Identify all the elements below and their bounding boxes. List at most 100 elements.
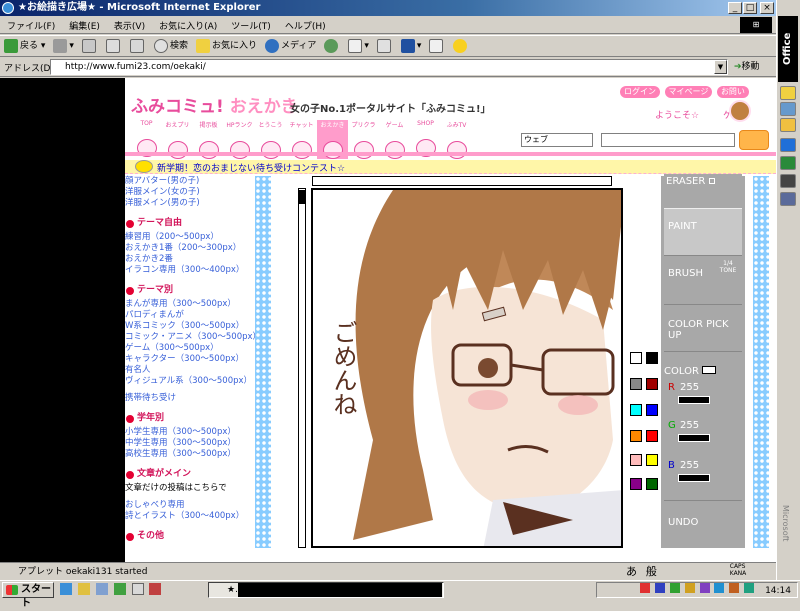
sidebar-link[interactable]: キャラクター（300〜500px） [125,354,247,365]
tray-icon[interactable] [714,583,725,593]
sidebar-link[interactable]: コミック・アニメ（300〜500px） [125,332,261,343]
sidebar-link[interactable]: ゲーム（300〜500px） [125,343,247,354]
menu-view[interactable]: 表示(V) [107,16,152,35]
tray-icon[interactable] [699,583,710,593]
menu-favorites[interactable]: お気に入り(A) [152,16,224,35]
start-button[interactable]: スタート [2,582,54,609]
sidebar-link[interactable]: 顔アバター(男の子) [125,176,247,187]
maximize-button[interactable]: □ [743,2,757,14]
menu-tools[interactable]: ツール(T) [224,16,278,35]
brush-button[interactable]: BRUSH 1/4 TONE [664,258,742,302]
edit-button[interactable]: ▾ [397,36,426,56]
sidebar-link[interactable]: 詩とイラスト（300〜400px） [125,511,247,522]
office-shortcut-icon[interactable] [780,192,796,206]
print-button[interactable] [373,36,397,56]
undo-button[interactable]: UNDO [664,500,742,546]
menu-help[interactable]: ヘルプ(H) [278,16,333,35]
contact-link[interactable]: お問い [716,86,749,98]
paint-button[interactable]: PAINT [664,208,742,256]
ie-quicklaunch-icon[interactable] [60,583,72,595]
canvas-vertical-slider[interactable] [298,188,306,548]
swatch-white[interactable] [630,352,642,364]
office-word2-icon[interactable] [780,138,796,152]
sidebar-link[interactable]: 高校生専用（300〜500px） [125,449,247,460]
swatch-purple[interactable] [630,478,642,490]
back-button[interactable]: 戻る ▾ [0,36,49,56]
folder-quicklaunch-icon[interactable] [77,583,90,595]
office-access-icon[interactable] [780,174,796,188]
discuss-button[interactable] [425,36,449,56]
eraser-button[interactable]: ERASER [664,174,742,204]
sidebar-link[interactable]: おえかき1番（200〜300px） [125,243,247,254]
sidebar-link[interactable]: イラコン専用（300〜400px） [125,265,247,276]
app2-quicklaunch-icon[interactable] [149,583,162,595]
office-excel-icon[interactable] [780,156,796,170]
ime-mode[interactable]: 般 [646,563,657,579]
sidebar-link[interactable]: まんが専用（300〜500px） [125,299,247,310]
swatch-orange[interactable] [630,430,642,442]
sidebar-link[interactable]: W系コミック（300〜500px） [125,321,247,332]
swatch-pink[interactable] [630,454,642,466]
login-link[interactable]: ログイン [620,86,660,98]
g-slider[interactable] [678,434,710,442]
tray-icon[interactable] [654,583,665,593]
forward-button[interactable]: ▾ [49,36,78,56]
refresh-button[interactable] [102,36,126,56]
home-button[interactable] [126,36,150,56]
search-category-select[interactable]: ウェブ [521,133,593,147]
desktop-quicklaunch-icon[interactable] [95,583,108,595]
stop-button[interactable] [78,36,102,56]
office-outlook-icon[interactable] [780,86,796,100]
swatch-cyan[interactable] [630,404,642,416]
clock[interactable]: 14:14 [765,586,791,596]
color-pickup-button[interactable]: COLOR PICK UP [664,304,742,352]
messenger-button[interactable] [449,36,473,56]
tray-icon[interactable] [669,583,680,593]
site-search-button[interactable] [739,130,769,150]
sidebar-link[interactable]: 洋服メイン(女の子) [125,187,247,198]
menu-edit[interactable]: 編集(E) [62,16,107,35]
swatch-yellow[interactable] [646,454,658,466]
window-title-bar[interactable]: ★お絵描き広場★ - Microsoft Internet Explorer [0,0,776,16]
minimize-button[interactable]: _ [728,2,742,14]
site-search-input[interactable] [601,133,735,147]
swatch-red[interactable] [646,430,658,442]
app-quicklaunch-icon[interactable] [131,583,144,595]
history-button[interactable] [320,36,344,56]
sidebar-link[interactable]: 中学生専用（300〜500px） [125,438,247,449]
sidebar-link[interactable]: 携帯待ち受け [125,393,247,404]
close-button[interactable]: × [760,2,774,14]
sidebar-link[interactable]: 練習用（200〜500px） [125,232,247,243]
address-input[interactable]: http://www.fumi23.com/oekaki/ [50,59,728,75]
favorites-button[interactable]: お気に入り [192,36,261,56]
site-logo[interactable]: ふみコミュ! おえかき [131,92,298,117]
swatch-gray[interactable] [630,378,642,390]
sidebar-link[interactable]: ヴィジュアル系（300〜500px） [125,376,252,387]
menu-file[interactable]: ファイル(F) [0,16,62,35]
sidebar-link[interactable]: 小学生専用（300〜500px） [125,427,247,438]
swatch-green[interactable] [646,478,658,490]
ime-hiragana[interactable]: あ [626,563,637,579]
media-button[interactable]: メディア [261,36,320,56]
swatch-black[interactable] [646,352,658,364]
sidebar-link[interactable]: パロディまんが [125,310,247,321]
tray-icon[interactable] [744,583,755,593]
sidebar-link[interactable]: 洋服メイン(男の子) [125,198,247,209]
address-dropdown-icon[interactable]: ▼ [714,60,727,74]
office-word-icon[interactable] [780,102,796,116]
sidebar-link[interactable]: 有名人 [125,365,247,376]
media-quicklaunch-icon[interactable] [113,583,126,595]
go-button[interactable]: ➔移動 [734,59,774,75]
mypage-link[interactable]: マイページ [664,86,713,98]
swatch-darkred[interactable] [646,378,658,390]
sidebar-link[interactable]: おしゃべり専用 [125,500,247,511]
slider-knob[interactable] [299,190,305,204]
swatch-blue[interactable] [646,404,658,416]
r-slider[interactable] [678,396,710,404]
news-link[interactable]: 新学期！恋のおまじない待ち受けコンテスト☆ [157,161,345,174]
canvas-horizontal-scrollbar[interactable] [312,176,612,186]
tray-icon[interactable] [684,583,695,593]
drawing-canvas[interactable]: ごめんね [311,188,623,548]
office-folder-icon[interactable] [780,118,796,132]
tray-icon[interactable] [729,583,740,593]
